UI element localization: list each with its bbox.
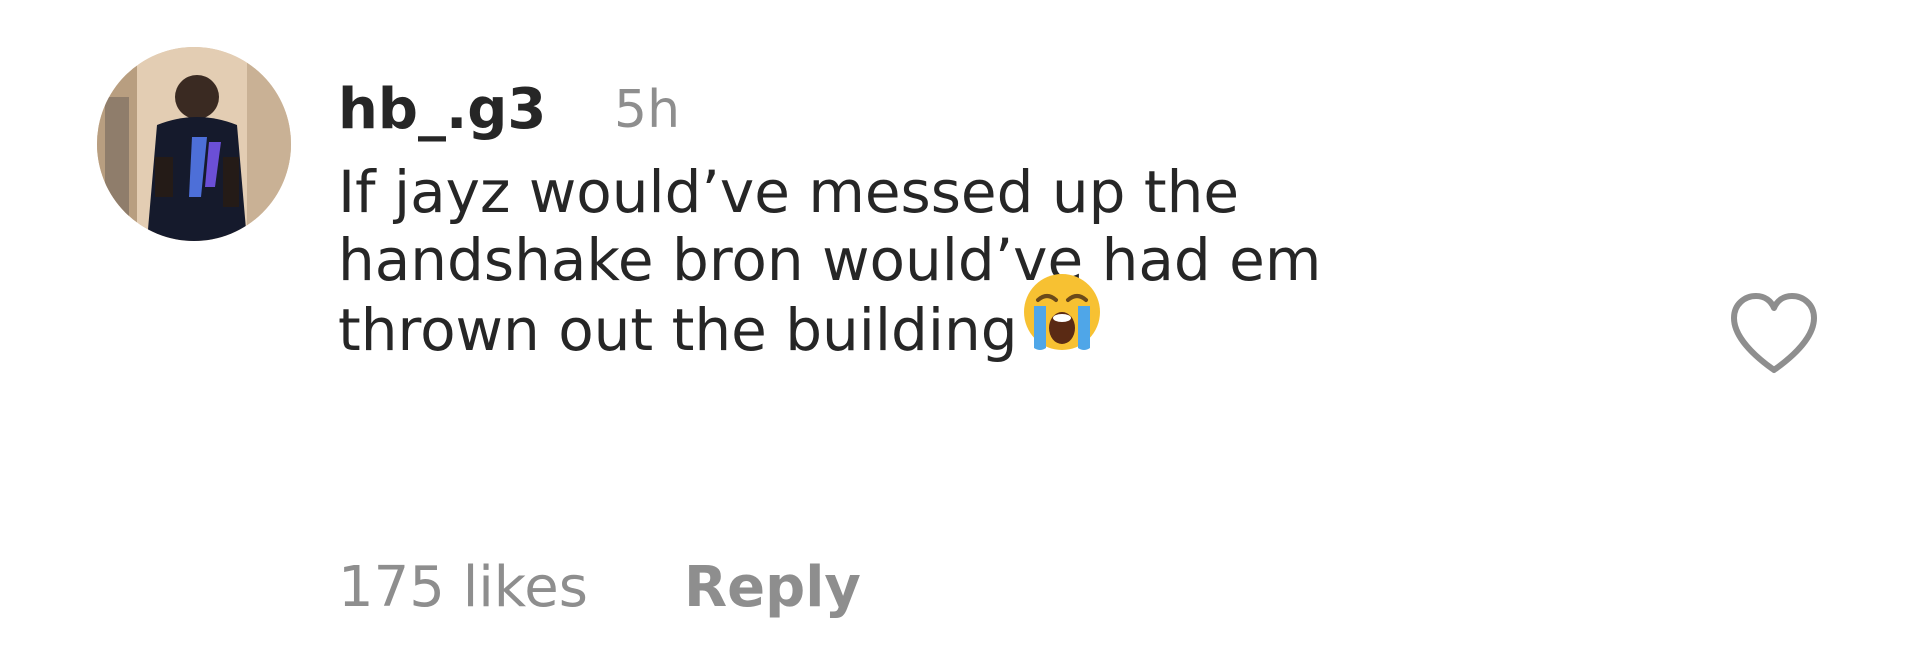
comment-username[interactable]: hb_.g3	[338, 74, 546, 146]
reply-button[interactable]: Reply	[684, 552, 861, 624]
comment-text: If jayz would’ve messed up the handshake…	[338, 158, 1638, 380]
heart-outline-icon	[1731, 293, 1817, 373]
loudly-crying-face-icon	[1020, 270, 1104, 386]
comment-text-line: thrown out the building	[338, 274, 1638, 380]
comment-timestamp[interactable]: 5h	[614, 74, 680, 146]
avatar[interactable]	[97, 47, 291, 241]
like-button[interactable]	[1726, 288, 1822, 378]
avatar-image	[97, 47, 291, 241]
likes-count[interactable]: 175 likes	[338, 552, 588, 624]
comment-text-line-content: thrown out the building	[338, 296, 1018, 365]
comment-item: hb_.g3 5h If jayz would’ve messed up the…	[0, 0, 1920, 652]
